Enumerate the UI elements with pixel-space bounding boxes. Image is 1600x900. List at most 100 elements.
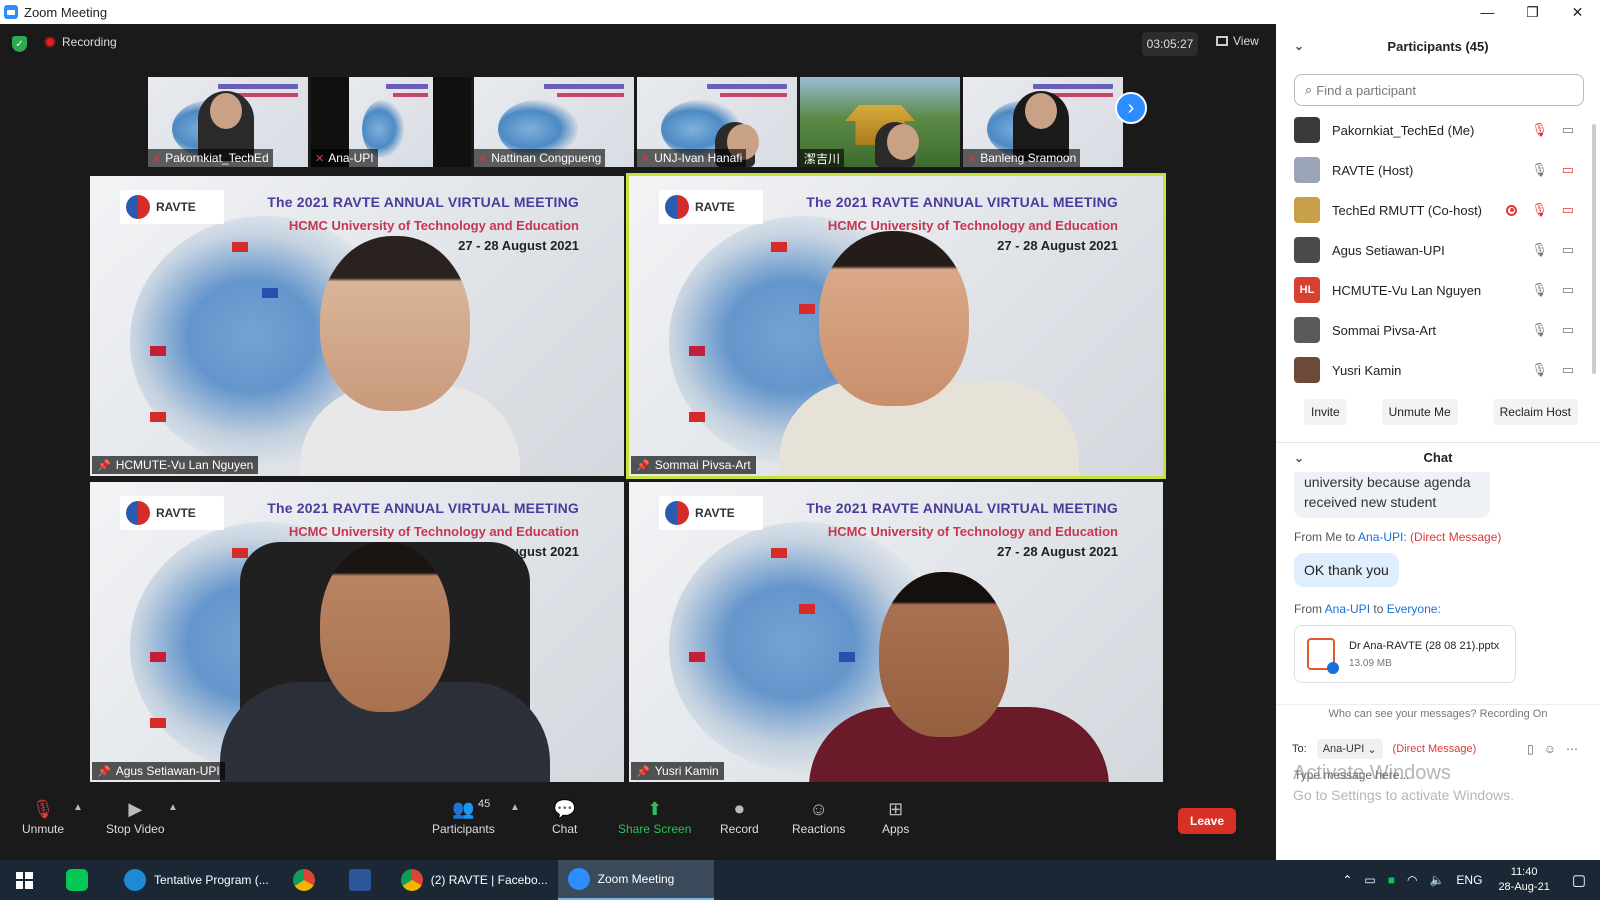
video-camera-icon: ▭ bbox=[1561, 242, 1574, 257]
collapse-chevron-icon[interactable]: ⌄ bbox=[1294, 451, 1304, 465]
participant-list-scrollbar[interactable] bbox=[1592, 124, 1596, 374]
leave-button[interactable]: Leave bbox=[1178, 808, 1236, 834]
show-hidden-icons-chevron-icon[interactable]: ⌃ bbox=[1342, 873, 1352, 887]
participant-row[interactable]: Agus Setiawan-UPI 🎙 ▭ bbox=[1276, 230, 1600, 270]
taskbar-chrome-app[interactable] bbox=[279, 860, 337, 900]
chat-message: university because agenda received new s… bbox=[1294, 472, 1490, 518]
unmute-me-button[interactable]: Unmute Me bbox=[1381, 399, 1458, 425]
wifi-icon[interactable]: ◠ bbox=[1407, 873, 1417, 887]
collapse-chevron-icon[interactable]: ⌄ bbox=[1294, 39, 1304, 53]
participant-row[interactable]: Sommai Pivsa-Art 🎙 ▭ bbox=[1276, 310, 1600, 350]
emoji-icon[interactable]: ☺ bbox=[1544, 742, 1556, 756]
edge-browser-icon bbox=[124, 869, 146, 891]
stop-video-button[interactable]: ▶ Stop Video bbox=[106, 796, 165, 837]
thumbnail-name-label: ✕ UNJ-Ivan Hanafi bbox=[637, 149, 747, 167]
chat-message-meta: From Me to Ana-UPI: (Direct Message) bbox=[1294, 530, 1502, 544]
video-tile[interactable]: RAVTE The 2021 RAVTE ANNUAL VIRTUAL MEET… bbox=[90, 482, 624, 782]
view-grid-icon bbox=[1216, 36, 1228, 46]
minimize-button[interactable]: — bbox=[1465, 0, 1510, 24]
apps-button[interactable]: ⊞ Apps bbox=[882, 796, 909, 837]
line-tray-icon[interactable]: ■ bbox=[1388, 873, 1395, 887]
participant-row[interactable]: RAVTE (Host) 🎙 ▭ bbox=[1276, 150, 1600, 190]
taskbar-zoom-app[interactable]: Zoom Meeting bbox=[557, 860, 714, 900]
participant-search-input[interactable]: ⌕ Find a participant bbox=[1294, 74, 1584, 106]
thumbnail-video[interactable]: ✕ UNJ-Ivan Hanafi bbox=[637, 77, 797, 167]
video-options-caret-icon[interactable]: ▲ bbox=[168, 802, 178, 813]
thumbnail-video[interactable]: ✕ Banleng Sramoon bbox=[963, 77, 1123, 167]
chat-header: ⌄ Chat bbox=[1276, 442, 1600, 472]
mic-icon: 🎙 bbox=[1531, 282, 1548, 297]
video-tile[interactable]: RAVTE The 2021 RAVTE ANNUAL VIRTUAL MEET… bbox=[629, 482, 1163, 782]
avatar: HL bbox=[1294, 277, 1320, 303]
ravte-logo: RAVTE bbox=[659, 496, 763, 530]
network-icon[interactable]: ▭ bbox=[1364, 873, 1375, 887]
recording-indicator[interactable]: Recording bbox=[44, 35, 117, 49]
ravte-logo: RAVTE bbox=[659, 190, 763, 224]
thumbnail-video[interactable]: 潔吉川 bbox=[800, 77, 960, 167]
restore-button[interactable]: ❐ bbox=[1510, 0, 1555, 24]
participant-row[interactable]: Pakornkiat_TechEd (Me) 🎙 ▭ bbox=[1276, 110, 1600, 150]
reactions-button[interactable]: ☺ Reactions bbox=[792, 796, 845, 837]
file-icon[interactable]: ▯ bbox=[1527, 742, 1534, 756]
language-indicator[interactable]: ENG bbox=[1456, 873, 1482, 887]
thumbnail-video[interactable]: ✕ Ana-UPI bbox=[311, 77, 471, 167]
meeting-toolbar: 🎙 Unmute ▲ ▶ Stop Video ▲ 👥 Participants… bbox=[0, 788, 1276, 860]
next-page-button[interactable]: › bbox=[1115, 92, 1147, 124]
who-can-see-link[interactable]: Who can see your messages? Recording On bbox=[1276, 704, 1600, 722]
participants-options-caret-icon[interactable]: ▲ bbox=[510, 802, 520, 813]
file-name: Dr Ana-RAVTE (28 08 21).pptx bbox=[1349, 639, 1500, 652]
close-button[interactable]: ✕ bbox=[1555, 0, 1600, 24]
view-label: View bbox=[1233, 34, 1259, 48]
start-button[interactable] bbox=[0, 860, 48, 900]
taskbar-chrome-facebook[interactable]: (2) RAVTE | Facebo... bbox=[391, 860, 558, 900]
mic-muted-icon: 🎙 bbox=[1531, 122, 1548, 137]
flag bbox=[150, 652, 166, 662]
security-shield-icon[interactable]: ✓ bbox=[12, 36, 27, 52]
taskbar-word-app[interactable] bbox=[337, 860, 391, 900]
taskbar-edge-app[interactable]: Tentative Program (... bbox=[114, 860, 279, 900]
view-button[interactable]: View bbox=[1216, 34, 1259, 48]
slide-title: The 2021 RAVTE ANNUAL VIRTUAL MEETING bbox=[806, 500, 1118, 516]
thumbnail-video[interactable]: ✕ Pakornkiat_TechEd bbox=[148, 77, 308, 167]
flag bbox=[771, 242, 787, 252]
participant-list: Pakornkiat_TechEd (Me) 🎙 ▭ RAVTE (Host) 🎙… bbox=[1276, 110, 1600, 390]
unmute-button[interactable]: 🎙 Unmute bbox=[22, 796, 64, 837]
more-icon[interactable]: ⋯ bbox=[1566, 742, 1578, 756]
avatar bbox=[1294, 117, 1320, 143]
flag bbox=[689, 346, 705, 356]
participants-header: ⌄ Participants (45) bbox=[1276, 24, 1600, 68]
share-screen-button[interactable]: ⬆ Share Screen bbox=[618, 796, 691, 837]
volume-muted-icon[interactable]: 🔈 bbox=[1429, 873, 1444, 887]
taskbar-line-app[interactable] bbox=[48, 860, 114, 900]
notifications-icon[interactable]: ▢ bbox=[1572, 871, 1586, 889]
chat-button[interactable]: 💬 Chat bbox=[552, 796, 577, 837]
thumbnail-video[interactable]: ✕ Nattinan Congpueng bbox=[474, 77, 634, 167]
invite-button[interactable]: Invite bbox=[1304, 399, 1347, 425]
slide-title: The 2021 RAVTE ANNUAL VIRTUAL MEETING bbox=[267, 500, 579, 516]
taskbar-clock[interactable]: 11:40 28-Aug-21 bbox=[1498, 865, 1549, 895]
thumbnail-name-label: ✕ Pakornkiat_TechEd bbox=[148, 149, 273, 167]
recipient-select[interactable]: Ana-UPI ⌄ bbox=[1316, 739, 1383, 759]
participant-row[interactable]: HL HCMUTE-Vu Lan Nguyen 🎙 ▭ bbox=[1276, 270, 1600, 310]
ravte-logo: RAVTE bbox=[120, 190, 224, 224]
smiley-plus-icon: ☺ bbox=[809, 798, 828, 819]
chat-bubble-icon: 💬 bbox=[553, 798, 576, 819]
video-tile[interactable]: RAVTE The 2021 RAVTE ANNUAL VIRTUAL MEET… bbox=[90, 176, 624, 476]
file-attachment[interactable]: Dr Ana-RAVTE (28 08 21).pptx 13.09 MB bbox=[1294, 625, 1516, 683]
chrome-browser-icon bbox=[292, 869, 315, 891]
windows-logo-icon bbox=[15, 871, 33, 889]
recording-icon bbox=[1506, 204, 1518, 216]
tile-name-label: 📌 Sommai Pivsa-Art bbox=[631, 456, 756, 474]
video-camera-icon: ▭ bbox=[1561, 362, 1574, 377]
record-button[interactable]: ⏺ Record bbox=[720, 796, 759, 837]
recording-dot-icon bbox=[44, 36, 56, 48]
zoom-app-icon bbox=[4, 5, 18, 19]
reclaim-host-button[interactable]: Reclaim Host bbox=[1492, 399, 1578, 425]
participant-row[interactable]: TechEd RMUTT (Co-host) 🎙 ▭ bbox=[1276, 190, 1600, 230]
search-placeholder: Find a participant bbox=[1316, 82, 1417, 98]
side-panel: ⌄ Participants (45) ⌕ Find a participant… bbox=[1276, 24, 1600, 860]
audio-options-caret-icon[interactable]: ▲ bbox=[73, 802, 83, 813]
video-camera-icon: ▭ bbox=[1561, 282, 1574, 297]
video-tile-active-speaker[interactable]: RAVTE The 2021 RAVTE ANNUAL VIRTUAL MEET… bbox=[626, 173, 1166, 479]
participant-row[interactable]: Yusri Kamin 🎙 ▭ bbox=[1276, 350, 1600, 390]
